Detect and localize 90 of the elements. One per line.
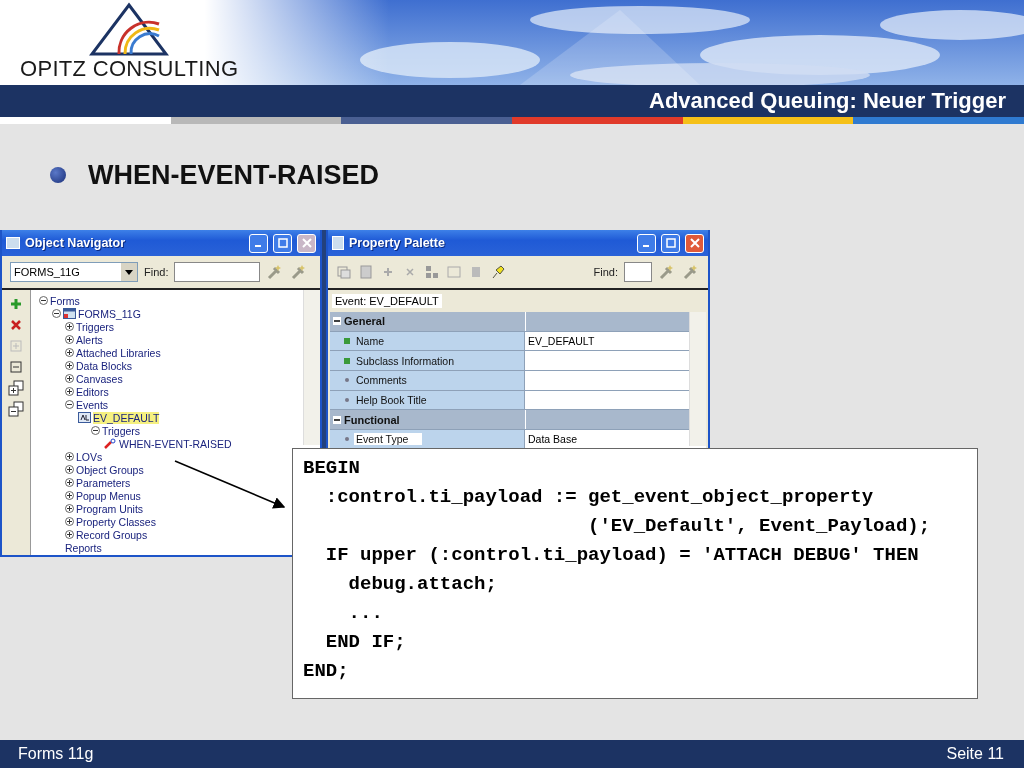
tree-item[interactable]: Object Groups — [76, 463, 144, 476]
expand-icon[interactable] — [65, 361, 74, 370]
slide-title: Advanced Queuing: Neuer Trigger — [649, 88, 1006, 114]
code-line: ('EV_Default', Event_Payload); — [587, 514, 932, 539]
module-dropdown[interactable]: FORMS_11G — [10, 262, 138, 282]
expand-icon[interactable] — [65, 504, 74, 513]
maximize-icon — [277, 238, 288, 248]
collapse-icon[interactable] — [52, 309, 61, 318]
tree-item[interactable]: FORMS_11G — [78, 307, 141, 320]
tree-item[interactable]: Alerts — [76, 333, 103, 346]
code-line: :control.ti_payload := get_event_object_property — [324, 485, 875, 510]
window-icon — [332, 236, 344, 250]
bullet-icon — [50, 167, 66, 183]
code-line: ... — [347, 601, 384, 626]
collapse-all-icon[interactable] — [8, 401, 24, 417]
caret-icon — [125, 269, 133, 275]
expand-all-icon[interactable] — [8, 380, 24, 396]
tree-item[interactable]: Property Classes — [76, 515, 156, 528]
window-icon — [6, 237, 20, 249]
tree-item[interactable]: WHEN-EVENT-RAISED — [119, 437, 232, 450]
find-label: Find: — [144, 266, 169, 278]
tree-item[interactable]: Record Groups — [76, 528, 148, 541]
find-label: Find: — [593, 266, 618, 278]
property-value[interactable]: EV_DEFAULT — [528, 335, 595, 348]
tree-item[interactable]: Forms — [50, 294, 80, 307]
minimize-button[interactable] — [249, 233, 268, 253]
maximize-button[interactable] — [661, 233, 680, 253]
section-header[interactable]: General — [330, 312, 690, 331]
expand-icon[interactable] — [65, 465, 74, 474]
property-name[interactable]: Event Type — [354, 433, 423, 446]
code-line: END IF; — [324, 630, 407, 655]
page-number: Seite 11 — [946, 745, 1004, 763]
tree-item[interactable]: Canvases — [76, 372, 123, 385]
code-line: IF upper (:control.ti_payload) = 'ATTACH DEBUG' THEN — [324, 543, 920, 568]
tree-item[interactable]: Parameters — [76, 476, 131, 489]
tree-item[interactable]: Editors — [76, 385, 109, 398]
collapse-icon[interactable] — [91, 426, 100, 435]
expand-icon[interactable] — [65, 452, 74, 461]
code-line: debug.attach; — [347, 572, 498, 597]
expand-icon[interactable] — [65, 530, 74, 539]
tree-item[interactable]: EV_DEFAULT — [93, 411, 160, 424]
tree-item[interactable]: Triggers — [102, 424, 141, 437]
close-icon — [689, 238, 700, 248]
expand-icon[interactable] — [65, 335, 74, 344]
expand-icon[interactable] — [65, 491, 74, 500]
expand-icon[interactable] — [65, 374, 74, 383]
expand-icon[interactable] — [65, 387, 74, 396]
tree-item[interactable]: Reports — [65, 541, 102, 554]
collapse-icon[interactable] — [65, 400, 74, 409]
add-icon[interactable] — [8, 296, 24, 312]
tree-item[interactable]: Triggers — [76, 320, 115, 333]
expand-icon[interactable] — [65, 478, 74, 487]
pin-icon[interactable] — [490, 264, 506, 280]
window-title: Property Palette — [349, 236, 446, 250]
footer-text: Forms 11g — [18, 745, 94, 763]
tree-item[interactable]: LOVs — [76, 450, 103, 463]
tree-item[interactable]: Data Blocks — [76, 359, 133, 372]
maximize-icon — [665, 238, 676, 248]
expand-icon[interactable] — [65, 322, 74, 331]
find-field[interactable] — [174, 262, 261, 282]
event-icon — [78, 412, 91, 423]
context-label: Event: EV_DEFAULT — [332, 294, 442, 308]
collapse-icon[interactable] — [333, 415, 341, 424]
close-icon — [301, 238, 312, 248]
property-value[interactable]: Data Base — [528, 433, 578, 446]
scrollbar[interactable] — [689, 312, 706, 446]
tree-item[interactable]: Program Units — [76, 502, 144, 515]
form-icon — [63, 308, 76, 319]
collapse-icon[interactable] — [39, 296, 48, 305]
code-line: END; — [303, 659, 350, 684]
logo-text: OPITZ CONSULTING — [20, 56, 239, 82]
logo-icon — [89, 2, 170, 56]
maximize-button[interactable] — [273, 233, 292, 253]
find-field[interactable] — [624, 262, 652, 282]
expand-icon[interactable] — [65, 517, 74, 526]
minimize-button[interactable] — [637, 233, 656, 253]
trigger-icon — [104, 438, 117, 449]
expand-icon[interactable] — [65, 348, 74, 357]
close-button[interactable] — [685, 233, 704, 253]
scrollbar[interactable] — [303, 290, 320, 445]
bullet-text: WHEN-EVENT-RAISED — [88, 159, 379, 191]
tree-item[interactable]: Popup Menus — [76, 489, 141, 502]
collapse-icon[interactable] — [333, 317, 341, 326]
tree-item[interactable]: Events — [76, 398, 109, 411]
property-name[interactable]: Name — [354, 335, 398, 348]
window-title: Object Navigator — [25, 236, 127, 250]
grid-icon[interactable] — [424, 264, 440, 280]
section-header[interactable]: Functional — [330, 410, 690, 430]
code-line: BEGIN — [303, 456, 361, 481]
tree-item[interactable]: Attached Libraries — [76, 346, 161, 359]
